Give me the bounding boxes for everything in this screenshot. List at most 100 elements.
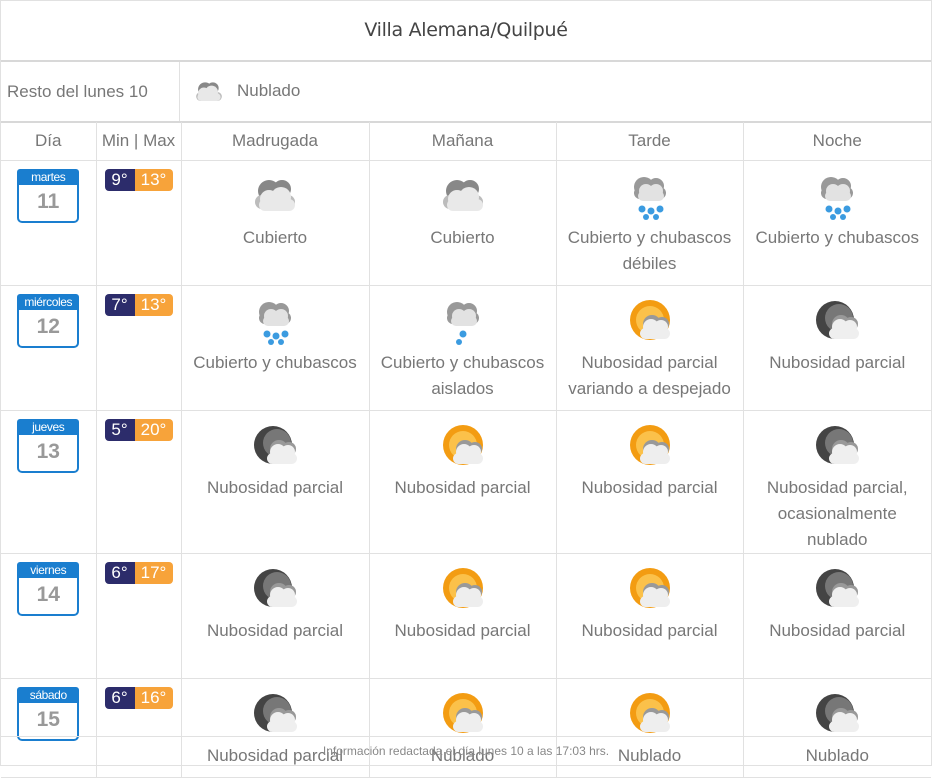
calendar-date: sábado 15 [17,687,80,741]
calendar-date: viernes 14 [17,562,80,616]
period-cell: Nubosidad parcial [742,285,931,411]
forecast-widget: Villa Alemana/Quilpué Resto del lunes 10… [0,0,932,778]
condition-text: Cubierto [430,228,495,247]
weekday-label: sábado [17,687,80,703]
temperature-range: 9° 13° [97,169,181,191]
period-cell: Nubosidad parcial [180,410,370,554]
date-number: 12 [17,310,80,348]
cloud-icon [255,180,295,211]
day-cell: miércoles 12 [1,285,97,411]
condition-text: Nubosidad parcial [206,621,344,640]
weekday-label: jueves [17,419,80,435]
day-cell: martes 11 [1,160,97,286]
period-cell: Nubosidad parcial [180,553,370,679]
condition-text: Nubosidad parcial [394,478,531,497]
period-cell: Nubosidad parcial [555,553,744,679]
period-cell: Cubierto y chubascos aislados [368,285,557,411]
condition-text: Nubosidad parcial variando a despejado [568,353,731,398]
minmax-cell: 9° 13° [95,160,182,286]
moon-cloud-icon [254,426,297,464]
weekday-label: viernes [17,562,80,578]
sun-cloud-icon [629,425,670,465]
condition-text: Nubosidad parcial [769,353,906,372]
condition-text: Cubierto y chubascos aislados [380,353,545,398]
day-cell: jueves 13 [1,410,97,554]
period-cell: Nubosidad parcial [555,410,744,554]
condition-text: Nubosidad parcial [206,478,344,497]
header-manana: Mañana [368,122,557,161]
header-day: Día [1,122,97,161]
sun-cloud-icon [442,693,483,733]
sun-cloud-icon [442,425,483,465]
weekday-label: miércoles [17,294,80,310]
moon-cloud-icon [816,426,860,464]
forecast-row: viernes 14 6° 17° Nubosidad parcial Nubosidad… [1,553,931,679]
period-cell: Nubosidad parcial [368,553,557,679]
temperature-range: 6° 17° [97,562,181,584]
sun-cloud-icon [629,693,670,733]
period-cell: Cubierto y chubascos [180,285,370,411]
moon-cloud-icon [254,569,297,607]
drizzle-icon [446,302,479,345]
date-number: 14 [17,578,80,616]
moon-cloud-icon [816,694,860,732]
moon-cloud-icon [816,569,860,607]
cloud-icon [196,82,222,101]
period-cell: Nubosidad parcial [742,553,931,679]
min-temp: 6° [104,687,135,709]
condition-text: Cubierto y chubascos [755,228,919,247]
period-cell: Cubierto y chubascos débiles [555,160,744,286]
min-temp: 7° [104,294,135,316]
min-temp: 9° [104,169,135,191]
period-cell: Nubosidad parcial [368,410,557,554]
forecast-row: martes 11 9° 13° Cubierto Cubierto Cubierto y … [1,160,931,286]
condition-text: Nubosidad parcial [394,621,531,640]
calendar-date: martes 11 [17,169,80,223]
max-temp: 16° [134,687,173,709]
header-row: Día Min | Max Madrugada Mañana Tarde Noc… [1,122,931,161]
condition-text: Nubosidad parcial [581,621,718,640]
header-noche: Noche [742,122,931,161]
rest-of-today-row: Resto del lunes 10 Nublado [1,62,931,123]
day-cell: viernes 14 [1,553,97,679]
calendar-date: jueves 13 [17,419,80,473]
condition-text: Nubosidad parcial [581,478,718,497]
forecast-row: miércoles 12 7° 13° Cubierto y chubascos Cubi… [1,285,931,411]
header-minmax: Min | Max [95,122,182,161]
minmax-cell: 6° 17° [95,553,182,679]
sun-cloud-icon [629,300,670,340]
min-temp: 6° [104,562,135,584]
cloud-icon [442,180,483,211]
rain-icon [821,177,854,220]
rest-of-today-label: Resto del lunes 10 [7,62,180,121]
header-madrugada: Madrugada [180,122,370,161]
condition-text: Cubierto y chubascos [193,353,357,372]
max-temp: 20° [134,419,173,441]
condition-text: Cubierto [242,228,308,247]
sun-cloud-icon [629,568,670,608]
max-temp: 17° [134,562,173,584]
minmax-cell: 5° 20° [95,410,182,554]
condition-text: Nubosidad parcial [769,621,906,640]
condition-text: Cubierto y chubascos débiles [567,228,732,273]
period-cell: Cubierto y chubascos [742,160,931,286]
min-temp: 5° [104,419,135,441]
header-tarde: Tarde [555,122,744,161]
max-temp: 13° [134,169,173,191]
temperature-range: 5° 20° [97,419,181,441]
moon-cloud-icon [816,301,860,339]
calendar-date: miércoles 12 [17,294,80,348]
rest-of-today-condition: Nublado [237,81,301,100]
update-note: Información redactada el día lunes 10 a … [1,736,931,766]
date-number: 13 [17,435,80,473]
rain-icon [633,177,666,220]
location-title: Villa Alemana/Quilpué [1,1,931,62]
temperature-range: 6° 16° [97,687,181,709]
period-cell: Cubierto [180,160,370,286]
period-cell: Cubierto [368,160,557,286]
period-cell: Nubosidad parcial variando a despejado [555,285,744,411]
condition-text: Nubosidad parcial, ocasionalmente nublad… [766,478,908,549]
forecast-row: jueves 13 5° 20° Nubosidad parcial Nubosidad … [1,410,931,554]
temperature-range: 7° 13° [97,294,181,316]
rain-icon [259,302,291,345]
